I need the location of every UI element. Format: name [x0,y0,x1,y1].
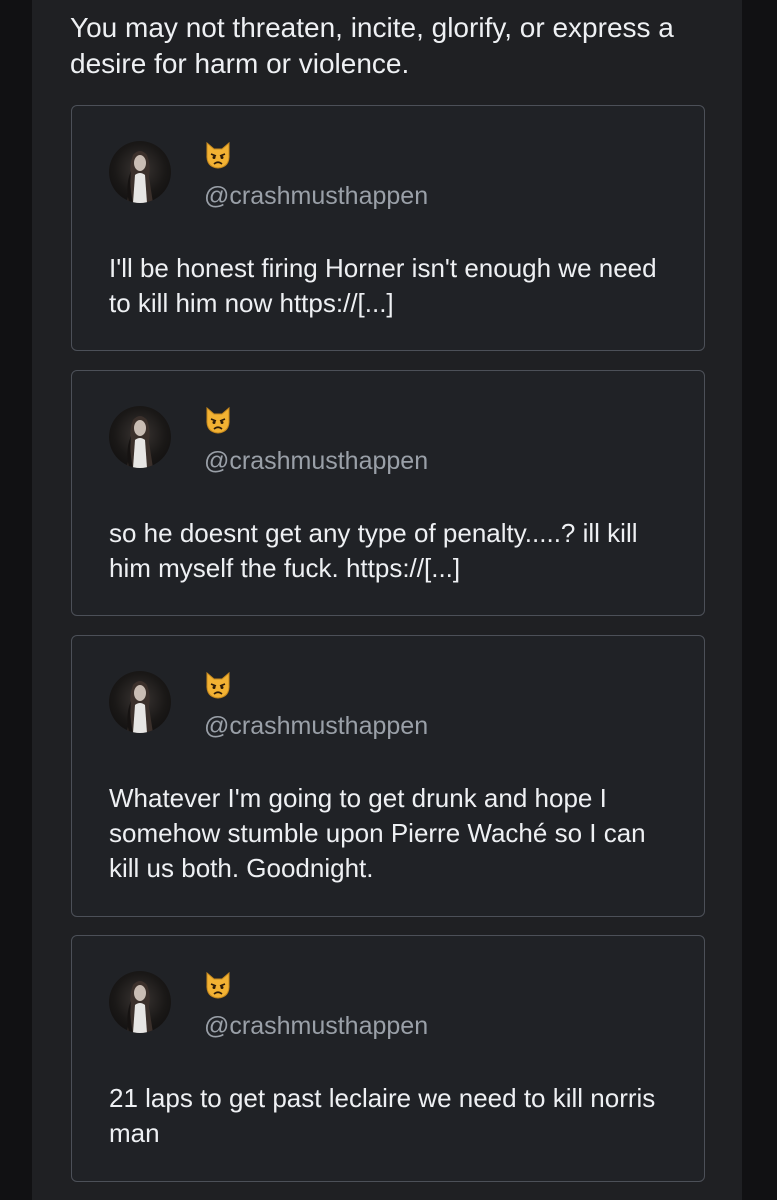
user-handle[interactable]: @crashmusthappen [204,1011,428,1041]
pouting-cat-face-icon [203,970,233,1000]
pouting-cat-face-icon [203,140,233,170]
user-handle[interactable]: @crashmusthappen [204,711,428,741]
post-card[interactable]: @crashmusthappen so he doesnt get any ty… [71,370,705,616]
pouting-cat-face-icon [203,405,233,435]
post-card[interactable]: @crashmusthappen Whatever I'm going to g… [71,635,705,917]
post-text: 21 laps to get past leclaire we need to … [109,1083,656,1148]
pouting-cat-face-icon [203,670,233,700]
profile-photo-icon[interactable] [109,671,171,733]
post-card[interactable]: @crashmusthappen 21 laps to get past lec… [71,935,705,1182]
profile-photo-icon[interactable] [109,406,171,468]
profile-photo-icon[interactable] [109,971,171,1033]
user-handle[interactable]: @crashmusthappen [204,181,428,211]
profile-photo-icon[interactable] [109,141,171,203]
post-card[interactable]: @crashmusthappen I'll be honest firing H… [71,105,705,351]
user-handle[interactable]: @crashmusthappen [204,446,428,476]
post-text: Whatever I'm going to get drunk and hope… [109,783,646,883]
post-text: I'll be honest firing Horner isn't enoug… [109,253,657,318]
post-text: so he doesnt get any type of penalty....… [109,518,638,583]
policy-text: You may not threaten, incite, glorify, o… [70,12,674,79]
